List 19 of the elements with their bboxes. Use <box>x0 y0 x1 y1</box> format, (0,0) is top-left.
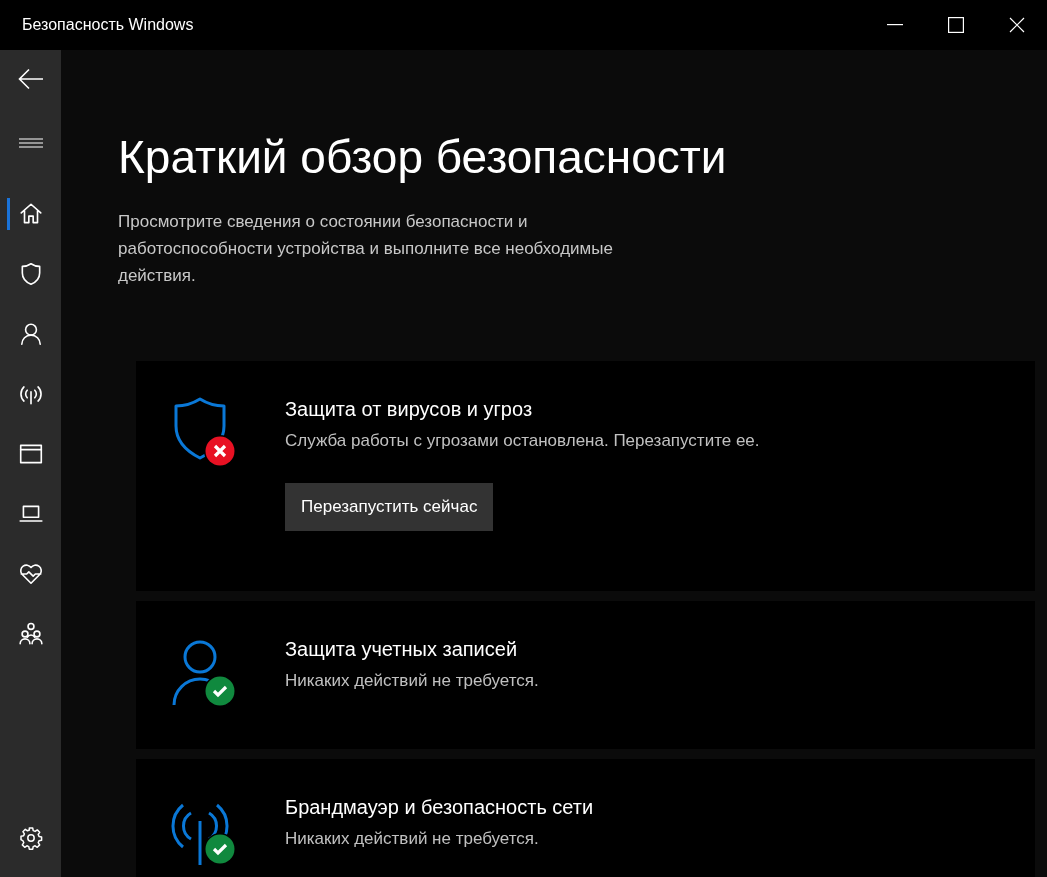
selection-indicator <box>7 198 10 230</box>
restart-button[interactable]: Перезапустить сейчас <box>285 483 494 531</box>
card-status: Служба работы с угрозами остановлена. Перезапустите ее. <box>285 430 760 452</box>
card-status: Никаких действий не требуется. <box>285 828 540 850</box>
window-title: Безопасность Windows <box>22 15 194 35</box>
back-arrow-icon <box>17 68 44 90</box>
page-title: Краткий обзор безопасности <box>118 130 728 185</box>
maximize-icon <box>947 17 964 33</box>
card-status: Никаких действий не требуется. <box>285 670 539 692</box>
card-title: Защита от вирусов и угроз <box>285 397 534 422</box>
heartbeat-icon <box>17 561 44 587</box>
settings-icon <box>18 826 43 850</box>
page-description: Просмотрите сведения о состоянии безопасности и работоспособности устройства и выполните все необходимые действия. <box>118 211 614 287</box>
people-icon <box>17 621 44 647</box>
menu-icon <box>18 138 43 148</box>
close-icon <box>1008 17 1025 33</box>
card-title: Защита учетных записей <box>285 637 519 662</box>
card-title: Брандмауэр и безопасность сети <box>285 795 594 820</box>
minimize-icon <box>886 24 903 26</box>
